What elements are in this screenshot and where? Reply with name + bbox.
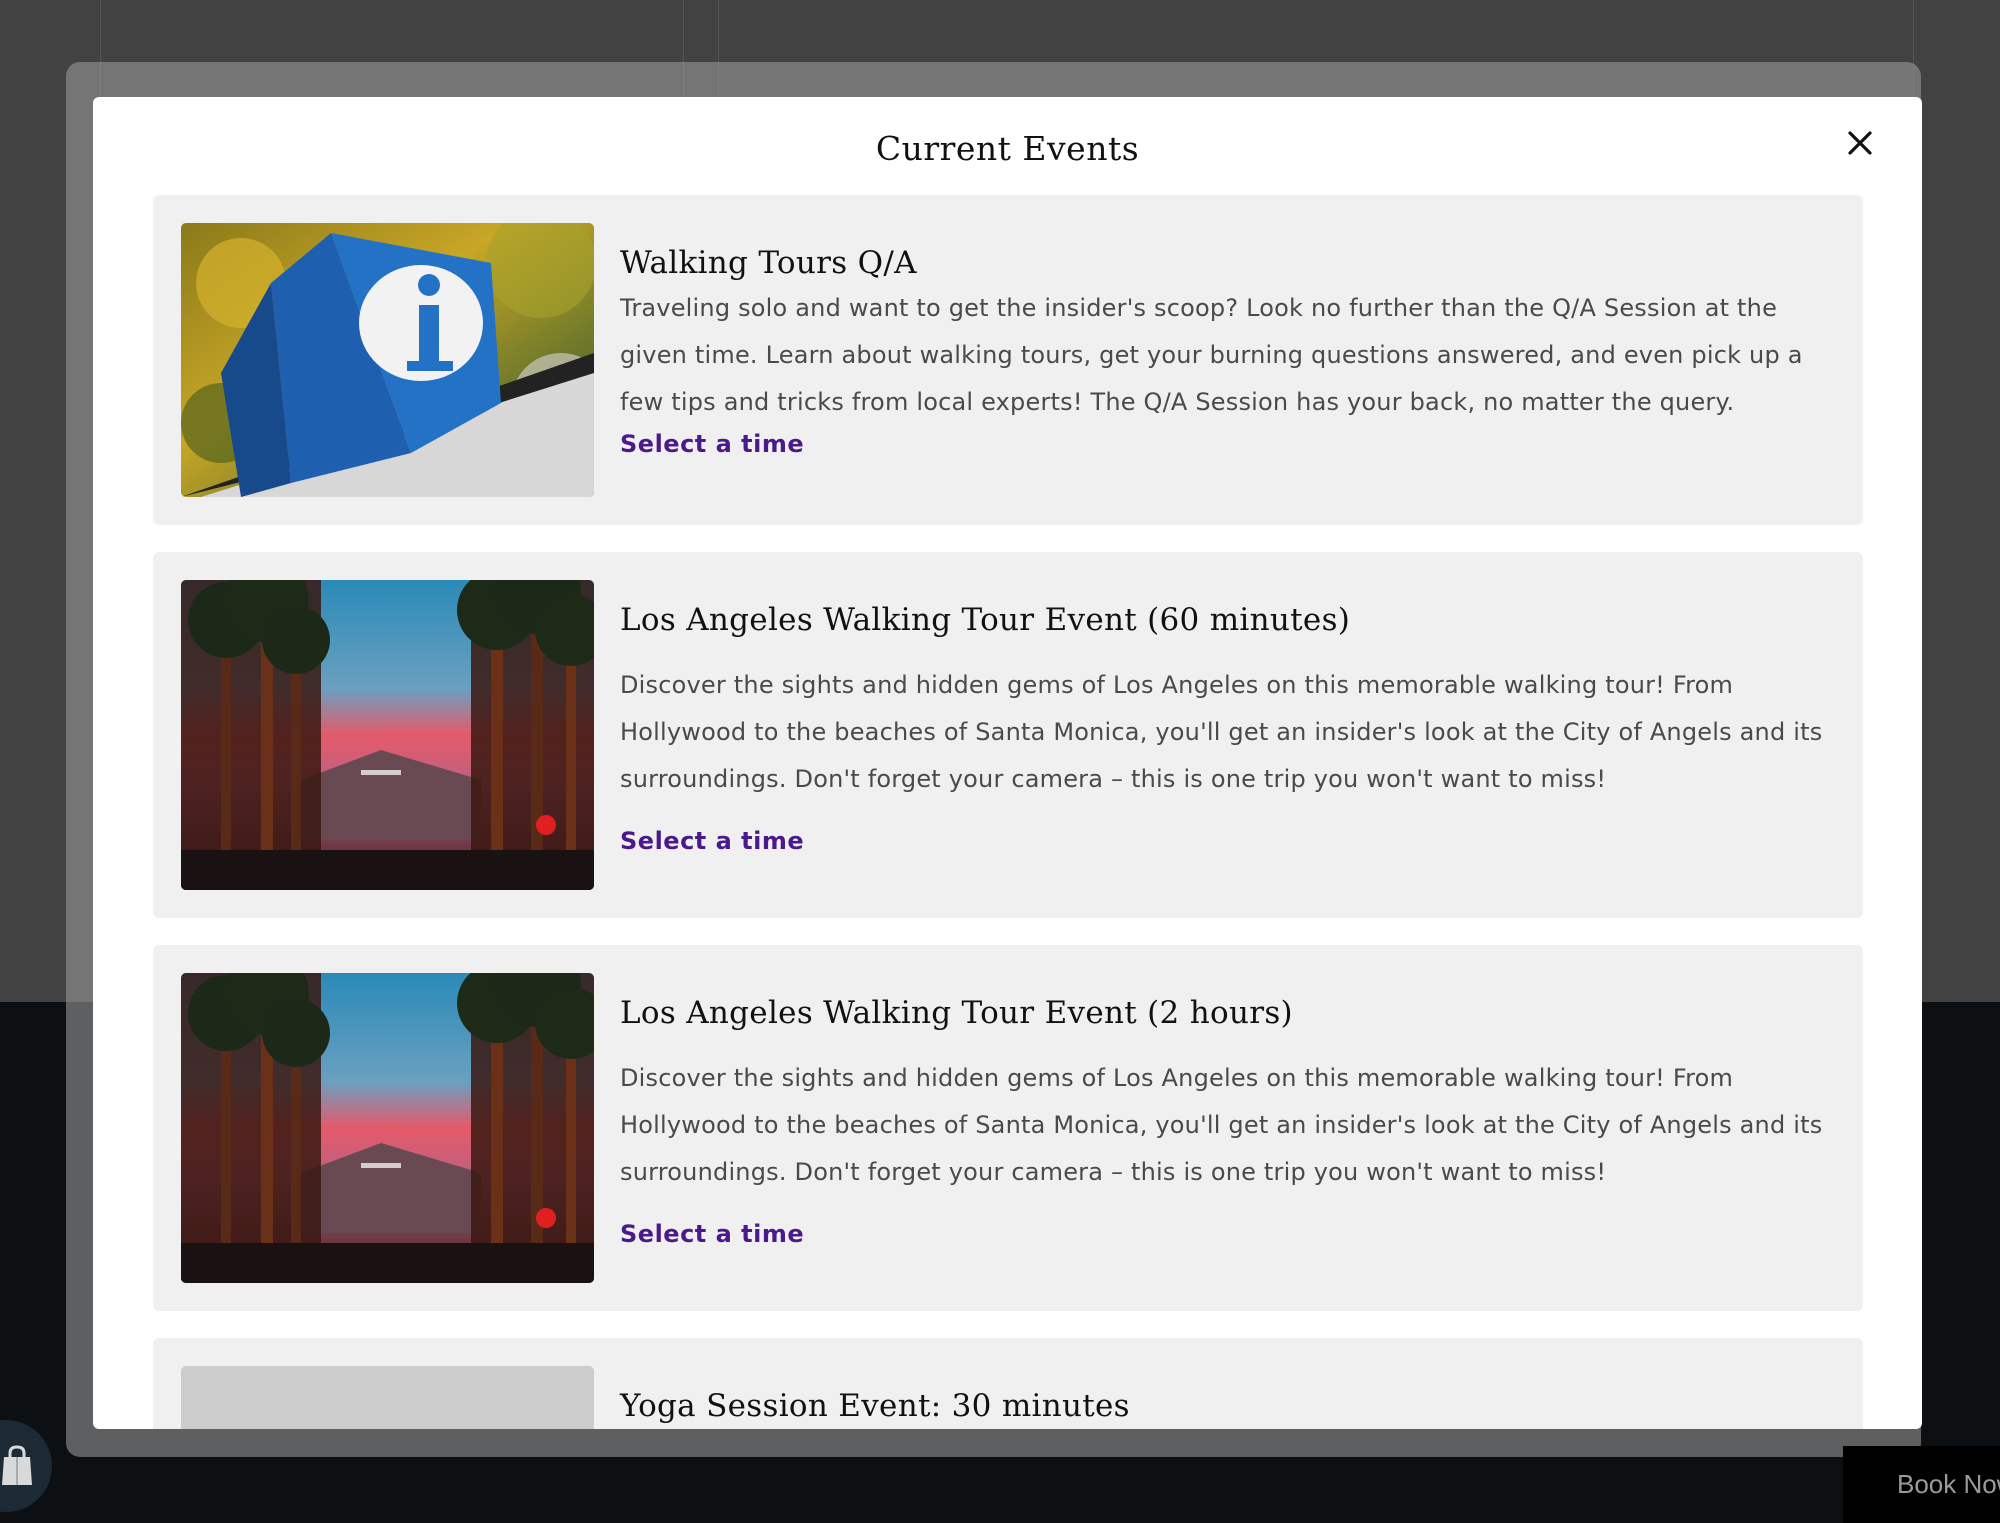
- palm-trees-hollywood-image: [181, 580, 594, 890]
- palm-trees-hollywood-image: [181, 973, 594, 1283]
- event-body: Los Angeles Walking Tour Event (2 hours)…: [620, 995, 1833, 1248]
- select-time-link[interactable]: Select a time: [620, 1220, 804, 1248]
- event-description: Traveling solo and want to get the insid…: [620, 294, 1803, 416]
- events-modal: Current Events Walking Tours Q/A Traveli…: [93, 97, 1922, 1429]
- event-card: Yoga Session Event: 30 minutes: [153, 1338, 1863, 1429]
- select-time-link[interactable]: Select a time: [620, 430, 804, 458]
- event-card: Walking Tours Q/A Traveling solo and wan…: [153, 195, 1863, 525]
- info-sign-image: [181, 223, 594, 497]
- event-card: Los Angeles Walking Tour Event (60 minut…: [153, 552, 1863, 918]
- event-body: Walking Tours Q/A Traveling solo and wan…: [620, 245, 1833, 458]
- modal-title: Current Events: [875, 129, 1140, 168]
- select-time-link[interactable]: Select a time: [620, 827, 804, 855]
- events-list: Walking Tours Q/A Traveling solo and wan…: [153, 195, 1863, 1429]
- book-now-button[interactable]: Book Now: [1843, 1446, 2000, 1523]
- event-description: Discover the sights and hidden gems of L…: [620, 1064, 1823, 1186]
- event-body: Yoga Session Event: 30 minutes: [620, 1388, 1833, 1424]
- placeholder-image: [181, 1366, 594, 1429]
- shopping-bag-icon: [2, 1445, 32, 1485]
- event-title: Los Angeles Walking Tour Event (60 minut…: [620, 602, 1351, 638]
- event-title: Walking Tours Q/A: [620, 245, 917, 281]
- event-title: Yoga Session Event: 30 minutes: [620, 1388, 1130, 1424]
- event-card: Los Angeles Walking Tour Event (2 hours)…: [153, 945, 1863, 1311]
- event-description: Discover the sights and hidden gems of L…: [620, 671, 1823, 793]
- event-body: Los Angeles Walking Tour Event (60 minut…: [620, 602, 1833, 855]
- event-title: Los Angeles Walking Tour Event (2 hours): [620, 995, 1293, 1031]
- close-icon: [1848, 131, 1872, 155]
- close-button[interactable]: [1836, 119, 1884, 167]
